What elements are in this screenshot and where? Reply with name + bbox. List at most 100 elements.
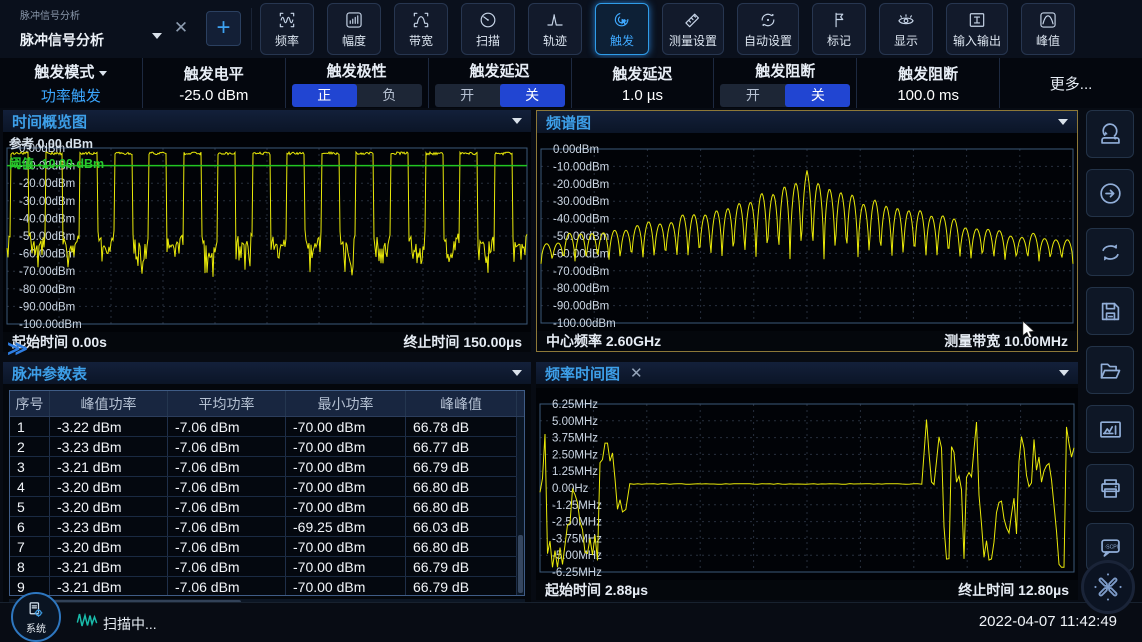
softkey-trigger-mode[interactable]: 触发模式 功率触发 xyxy=(0,58,143,108)
datetime-label: 2022-04-07 11:42:49 xyxy=(979,613,1117,630)
table-cell: -69.25 dBm xyxy=(286,517,406,536)
softkey-label: 触发电平 xyxy=(184,63,244,84)
table-row[interactable]: 3-3.21 dBm-7.06 dBm-70.00 dBm66.79 dB xyxy=(10,457,524,477)
tab-chevron-down-icon[interactable] xyxy=(152,33,162,39)
table-cell: 66.79 dB xyxy=(406,577,517,596)
table-row[interactable]: 8-3.21 dBm-7.06 dBm-70.00 dBm66.79 dB xyxy=(10,557,524,577)
panel-pulse-table[interactable]: 脉冲参数表 序号 峰值功率 平均功率 最小功率 峰峰值 1-3.22 dBm-7… xyxy=(3,362,531,602)
toolbar-button-amplitude[interactable]: 幅度 xyxy=(327,3,381,55)
polarity-toggle: 正 负 xyxy=(292,84,422,107)
toolbar-button-frequency[interactable]: 频率 xyxy=(260,3,314,55)
softkey-trigger-holdoff-value[interactable]: 触发阻断 100.0 ms xyxy=(857,58,1000,108)
auto-setup-icon xyxy=(758,10,778,30)
toggle-option-negative[interactable]: 负 xyxy=(357,84,422,107)
toolbar-button-trigger[interactable]: 触发 xyxy=(595,3,649,55)
table-row[interactable]: 4-3.20 dBm-7.06 dBm-70.00 dBm66.80 dB xyxy=(10,477,524,497)
scpi-icon: ·SCPI xyxy=(1097,534,1124,561)
toolbar-button-label: 标记 xyxy=(827,32,851,49)
toolbar-button-measure-setup[interactable]: 测量设置 xyxy=(662,3,724,55)
softkey-trigger-level[interactable]: 触发电平 -25.0 dBm xyxy=(143,58,286,108)
preset-icon xyxy=(1097,121,1124,148)
svg-text:-80.00dBm: -80.00dBm xyxy=(553,283,609,295)
toggle-option-off[interactable]: 关 xyxy=(785,84,850,107)
tab-close-icon[interactable]: ✕ xyxy=(171,18,191,38)
toggle-option-off[interactable]: 关 xyxy=(500,84,565,107)
column-header: 平均功率 xyxy=(168,391,286,416)
table-cell: -3.20 dBm xyxy=(50,537,168,556)
toggle-option-on[interactable]: 开 xyxy=(435,84,500,107)
toolbar-button-marker[interactable]: 标记 xyxy=(812,3,866,55)
threshold-label: 阈值 -10.00 dBm xyxy=(9,153,104,172)
vertical-scrollbar[interactable] xyxy=(517,417,524,595)
panel-header[interactable]: 频谱图 xyxy=(537,111,1077,133)
panel-spectrum[interactable]: 频谱图 0.00dBm-10.00dBm-20.00dBm-30.00dBm-4… xyxy=(536,110,1078,352)
softkey-trigger-holdoff-switch: 触发阻断 开 关 xyxy=(714,58,857,108)
table-cell: -70.00 dBm xyxy=(286,577,406,596)
sidebar-button-print[interactable] xyxy=(1086,464,1134,512)
trigger-softkey-bar: 触发模式 功率触发 触发电平 -25.0 dBm 触发极性 正 负 触发延迟 开… xyxy=(0,58,1142,108)
toolbar-button-sweep[interactable]: 扫描 xyxy=(461,3,515,55)
sidebar-button-open[interactable] xyxy=(1086,346,1134,394)
svg-text:6.25MHz: 6.25MHz xyxy=(552,399,598,411)
softkey-more[interactable]: 更多... xyxy=(1000,58,1142,108)
toolbar-button-label: 显示 xyxy=(894,32,918,49)
panel-header[interactable]: 时间概览图 xyxy=(3,110,531,132)
holdoff-toggle: 开 关 xyxy=(720,84,850,107)
sidebar-button-save[interactable] xyxy=(1086,287,1134,335)
table-cell: -70.00 dBm xyxy=(286,497,406,516)
column-header: 峰峰值 xyxy=(406,391,517,416)
scrollbar-thumb[interactable] xyxy=(518,535,523,593)
toggle-option-on[interactable]: 开 xyxy=(720,84,785,107)
chevron-down-icon xyxy=(99,71,107,76)
chevron-down-icon[interactable] xyxy=(512,370,522,376)
save-icon xyxy=(1097,298,1124,325)
table-cell: -3.20 dBm xyxy=(50,477,168,496)
panel-close-icon[interactable]: ✕ xyxy=(630,366,643,381)
toolbar-button-bandwidth[interactable]: 带宽 xyxy=(394,3,448,55)
table-row[interactable]: 1-3.22 dBm-7.06 dBm-70.00 dBm66.78 dB xyxy=(10,417,524,437)
delay-toggle: 开 关 xyxy=(435,84,565,107)
table-row[interactable]: 5-3.20 dBm-7.06 dBm-70.00 dBm66.80 dB xyxy=(10,497,524,517)
add-tab-button[interactable]: + xyxy=(206,11,241,46)
sidebar-button-preset[interactable] xyxy=(1086,110,1134,158)
panel-freq-time[interactable]: 频率时间图 ✕ 6.25MHz5.00MHz3.75MHz2.50MHz1.25… xyxy=(536,362,1078,600)
instrument-screen: 脉冲信号分析 脉冲信号分析 ✕ + 频率 幅度 带宽 扫描 xyxy=(0,0,1142,642)
toolbar-button-trace[interactable]: 轨迹 xyxy=(528,3,582,55)
table-row[interactable]: 7-3.20 dBm-7.06 dBm-70.00 dBm66.80 dB xyxy=(10,537,524,557)
svg-text:-100.00dBm: -100.00dBm xyxy=(553,318,616,330)
svg-text:3.75MHz: 3.75MHz xyxy=(552,433,598,445)
panel-header[interactable]: 脉冲参数表 xyxy=(3,362,531,384)
chevron-down-icon[interactable] xyxy=(1059,370,1069,376)
toolbar-button-io[interactable]: 输入输出 xyxy=(946,3,1008,55)
table-row[interactable]: 2-3.23 dBm-7.06 dBm-70.00 dBm66.77 dB xyxy=(10,437,524,457)
softkey-trigger-delay-value[interactable]: 触发延迟 1.0 µs xyxy=(572,58,715,108)
layout-button[interactable] xyxy=(1081,560,1135,614)
svg-text:-20.00dBm: -20.00dBm xyxy=(553,179,609,191)
table-row[interactable]: 6-3.23 dBm-7.06 dBm-69.25 dBm66.03 dB xyxy=(10,517,524,537)
table-cell: -3.21 dBm xyxy=(50,457,168,476)
table-cell: -3.21 dBm xyxy=(50,577,168,596)
table-cell: -7.06 dBm xyxy=(168,477,286,496)
toolbar-button-auto-setup[interactable]: 自动设置 xyxy=(737,3,799,55)
toolbar-button-display[interactable]: 显示 xyxy=(879,3,933,55)
toolbar-button-peak[interactable]: 峰值 xyxy=(1021,3,1075,55)
sidebar-button-refresh[interactable] xyxy=(1086,228,1134,276)
panel-header[interactable]: 频率时间图 ✕ xyxy=(536,362,1078,384)
table-cell: 66.03 dB xyxy=(406,517,517,536)
expand-tray-button[interactable]: ≫ xyxy=(7,336,26,361)
svg-text:-30.00dBm: -30.00dBm xyxy=(19,196,75,208)
start-time-label: 起始时间 2.88µs xyxy=(545,580,648,600)
system-button[interactable]: 系统 xyxy=(11,592,61,642)
table-row[interactable]: 9-3.21 dBm-7.06 dBm-70.00 dBm66.79 dB xyxy=(10,577,524,596)
tab-title[interactable]: 脉冲信号分析 xyxy=(20,30,104,50)
peak-icon xyxy=(1038,10,1058,30)
column-header: 最小功率 xyxy=(286,391,406,416)
chevron-down-icon[interactable] xyxy=(512,118,522,124)
toggle-option-positive[interactable]: 正 xyxy=(292,84,357,107)
softkey-label: 触发极性 xyxy=(327,60,387,81)
chevron-down-icon[interactable] xyxy=(1058,119,1068,125)
sidebar-button-snapshot[interactable] xyxy=(1086,405,1134,453)
panel-time-overview[interactable]: 时间概览图 0.00dBm-10.00dBm-20.00dBm-30.00dBm… xyxy=(3,110,531,352)
spectrum-chart: 0.00dBm-10.00dBm-20.00dBm-30.00dBm-40.00… xyxy=(537,133,1077,331)
sidebar-button-run[interactable] xyxy=(1086,169,1134,217)
